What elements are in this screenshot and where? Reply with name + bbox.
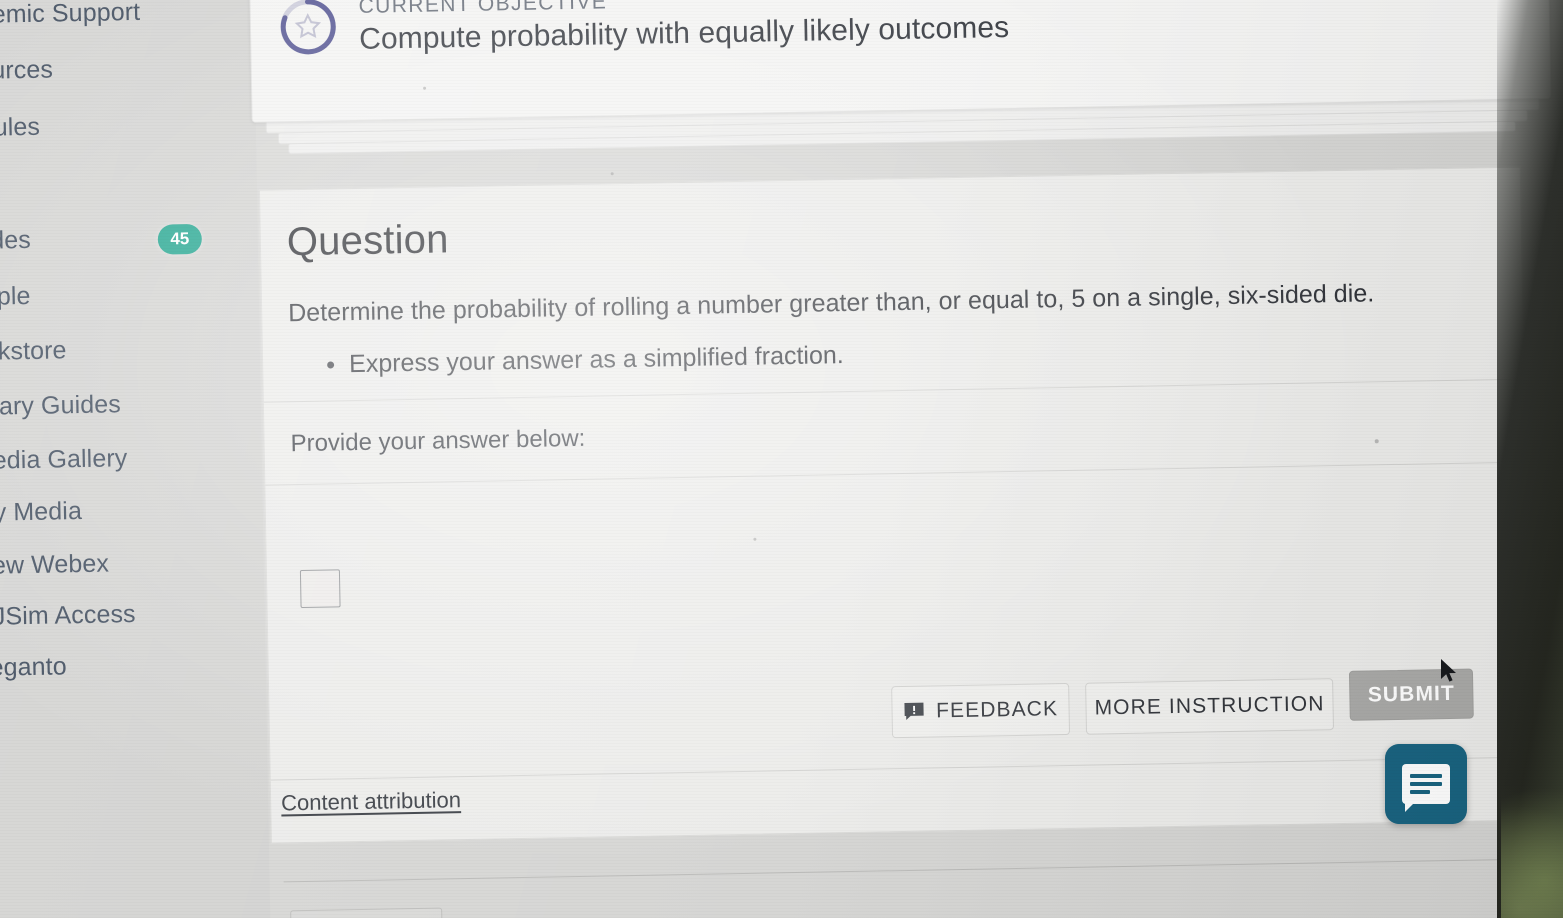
sidebar-item[interactable]: My Media (0, 494, 233, 528)
dust-speck (610, 172, 614, 176)
objective-kicker-label: CURRENT OBJECTIVE (358, 0, 608, 18)
mouse-cursor (1440, 658, 1460, 691)
sidebar-item[interactable]: ookstore (0, 333, 230, 367)
content-attribution-link[interactable]: Content attribution (281, 787, 461, 816)
footer-divider (283, 858, 1524, 883)
objective-title: Compute probability with equally likely … (358, 10, 1010, 56)
course-navigation-sidebar: ademic Supportsourcesodulesesrades45eopl… (0, 0, 271, 918)
question-bullet: Express your answer as a simplified frac… (323, 327, 1497, 382)
question-body: Determine the probability of rolling a n… (261, 243, 1523, 402)
sidebar-item[interactable]: ademic Support (0, 0, 224, 30)
sidebar-item[interactable]: New Webex (0, 547, 234, 581)
question-bullet-list: Express your answer as a simplified frac… (323, 327, 1497, 382)
sidebar-item[interactable]: eople (0, 278, 229, 312)
feedback-button-label: FEEDBACK (935, 696, 1059, 722)
dust-speck (1374, 439, 1379, 444)
sidebar-item[interactable]: Media Gallery (0, 442, 232, 476)
photographed-screen: ademic Supportsourcesodulesesrades45eopl… (0, 0, 1563, 918)
question-prompt: Determine the probability of rolling a n… (287, 279, 1375, 328)
bottom-partial-widget[interactable] (290, 907, 443, 918)
sidebar-item[interactable]: es (0, 166, 227, 200)
sidebar-item-badge: 45 (157, 223, 203, 255)
answer-input[interactable] (299, 568, 341, 608)
dust-speck (423, 86, 427, 90)
chat-widget-button[interactable] (1385, 744, 1467, 824)
dust-speck (753, 537, 757, 541)
sidebar-item[interactable]: odules (0, 109, 226, 143)
sidebar-item[interactable]: ibrary Guides (0, 388, 231, 422)
answer-entry-region[interactable] (265, 462, 1528, 683)
question-card: Question Determine the probability of ro… (258, 166, 1533, 844)
feedback-button[interactable]: FEEDBACK (891, 682, 1071, 738)
more-instruction-button[interactable]: MORE INSTRUCTION (1085, 677, 1334, 735)
speech-bubble-alert-icon (903, 702, 924, 721)
objective-progress-star-icon (276, 0, 339, 58)
chat-message-icon (1402, 764, 1450, 812)
sidebar-item[interactable]: Leganto (0, 649, 236, 683)
sidebar-item[interactable]: CJSim Access (0, 598, 235, 632)
sidebar-item[interactable]: sources (0, 52, 225, 86)
more-instruction-button-label: MORE INSTRUCTION (1094, 691, 1325, 720)
screen-content: ademic Supportsourcesodulesesrades45eopl… (0, 0, 1563, 918)
